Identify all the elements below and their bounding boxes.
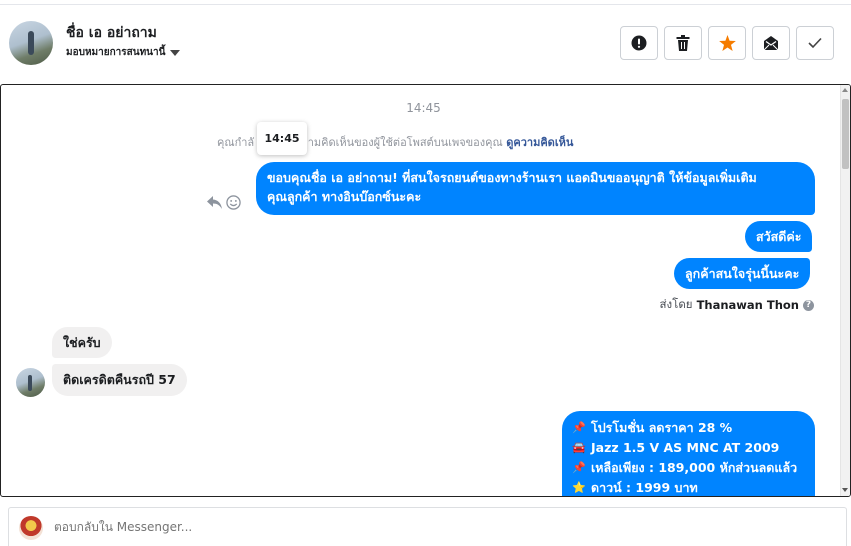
time-tooltip: 14:45	[257, 122, 307, 155]
pushpin-icon: 📌	[572, 421, 586, 434]
mark-done-button[interactable]	[796, 26, 834, 60]
smiley-icon[interactable]	[226, 195, 241, 210]
star-icon	[718, 35, 736, 51]
message-bubble-outgoing[interactable]: สวัสดีค่ะ	[745, 221, 813, 252]
assign-label: มอบหมายการสนทนานี้	[66, 47, 166, 58]
scroll-down-arrow-icon[interactable]	[842, 488, 848, 492]
report-spam-button[interactable]	[620, 26, 658, 60]
promo-text: เหลือเพียง : 189,000 หักส่วนลดแล้ว	[591, 460, 798, 475]
reply-icon[interactable]	[207, 196, 222, 209]
notice-prefix: คุณกำลั	[217, 136, 255, 149]
scrollbar-thumb[interactable]	[842, 99, 849, 169]
promo-message-bubble[interactable]: 📌 โปรโมชั่น ลดราคา 28 % 🚘 Jazz 1.5 V AS …	[562, 411, 815, 496]
message-bubble-outgoing[interactable]: ขอบคุณชื่อ เอ อย่าถาม! ที่สนใจรถยนต์ของท…	[256, 162, 815, 215]
checkmark-icon	[808, 37, 822, 49]
sent-by-label: ส่งโดย Thanawan Thon ?	[660, 296, 814, 314]
star-button[interactable]	[708, 26, 746, 60]
contact-avatar-small	[16, 368, 45, 397]
scroll-up-arrow-icon[interactable]	[842, 88, 848, 92]
sent-by-prefix: ส่งโดย	[659, 297, 693, 311]
notice-text: ความคิดเห็นของผู้ใช้ต่อโพสต์บนเพจของคุณ	[294, 136, 503, 149]
message-text-line: คุณลูกค้า ทางอินบ๊อกซ์นะคะ	[267, 189, 422, 204]
reply-input[interactable]	[54, 520, 454, 534]
page-avatar	[19, 516, 43, 540]
contact-name[interactable]: ชื่อ เอ อย่าถาม	[66, 22, 157, 44]
mark-unread-button[interactable]	[752, 26, 790, 60]
conversation-header: ชื่อ เอ อย่าถาม มอบหมายการสนทนานี้	[0, 0, 851, 84]
divider	[0, 4, 851, 5]
caret-down-icon	[170, 49, 181, 56]
view-comment-link[interactable]: ดูความคิดเห็น	[506, 136, 573, 149]
thread-timestamp: 14:45	[406, 101, 441, 115]
star-emoji-icon: ⭐	[572, 481, 586, 494]
promo-line: ⭐ ดาวน์ : 1999 บาท	[572, 478, 805, 496]
contact-avatar[interactable]	[9, 21, 53, 65]
promo-line: 📌 เหลือเพียง : 189,000 หักส่วนลดแล้ว	[572, 458, 805, 478]
message-bubble-outgoing[interactable]: ลูกค้าสนใจรุ่นนี้นะคะ	[674, 258, 811, 289]
promo-text: Jazz 1.5 V AS MNC AT 2009	[591, 440, 780, 455]
trash-icon	[676, 35, 690, 51]
message-bubble-incoming[interactable]: ใช่ครับ	[52, 327, 112, 358]
sender-name[interactable]: Thanawan Thon	[697, 298, 799, 312]
assign-conversation-dropdown[interactable]: มอบหมายการสนทนานี้	[66, 45, 181, 60]
promo-line: 📌 โปรโมชั่น ลดราคา 28 %	[572, 418, 805, 438]
action-toolbar	[620, 26, 834, 60]
car-icon: 🚘	[572, 441, 586, 454]
promo-text: โปรโมชั่น ลดราคา 28 %	[591, 420, 733, 435]
help-icon[interactable]: ?	[803, 299, 814, 311]
message-bubble-incoming[interactable]: ติดเครดิตคืนรถปี 57	[52, 364, 187, 396]
reply-composer	[8, 507, 847, 546]
envelope-icon	[763, 36, 779, 51]
exclamation-circle-icon	[631, 35, 647, 51]
promo-line: 🚘 Jazz 1.5 V AS MNC AT 2009	[572, 438, 805, 458]
delete-button[interactable]	[664, 26, 702, 60]
scrollbar[interactable]	[840, 85, 850, 496]
promo-text: ดาวน์ : 1999 บาท	[591, 480, 698, 495]
message-text-line: ขอบคุณชื่อ เอ อย่าถาม! ที่สนใจรถยนต์ของท…	[267, 170, 757, 185]
message-actions	[207, 195, 241, 210]
message-thread[interactable]: 14:45 คุณกำลั ความคิดเห็นของผู้ใช้ต่อโพสต…	[0, 84, 851, 497]
pushpin-icon: 📌	[572, 461, 586, 474]
